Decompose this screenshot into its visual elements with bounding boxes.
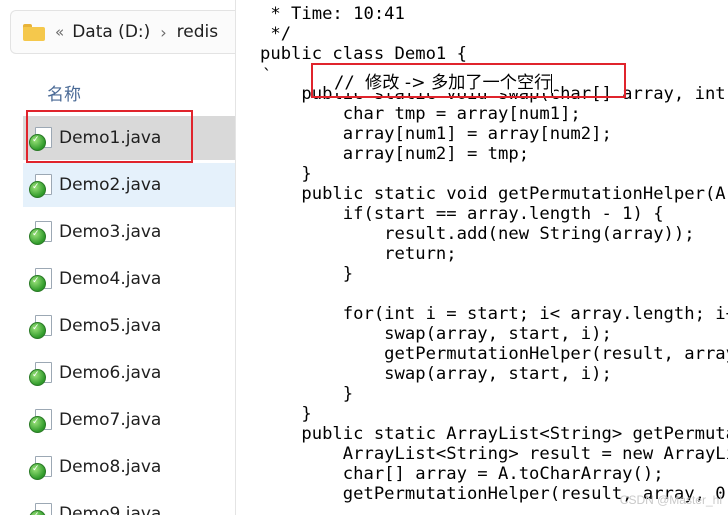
java-file-icon: ✓ xyxy=(29,502,53,515)
code-line[interactable]: return; xyxy=(260,244,728,264)
java-file-icon: ✓ xyxy=(29,267,53,292)
file-row[interactable]: ✓ Demo9.java xyxy=(23,492,236,515)
java-file-icon: ✓ xyxy=(29,361,53,386)
file-name: Demo7.java xyxy=(59,410,162,430)
java-file-icon: ✓ xyxy=(29,126,53,151)
file-name: Demo8.java xyxy=(59,457,162,477)
code-line[interactable] xyxy=(260,284,728,304)
column-header-name[interactable]: 名称 xyxy=(47,80,81,105)
code-line[interactable]: } xyxy=(260,164,728,184)
file-row[interactable]: ✓ Demo6.java xyxy=(23,351,236,395)
file-name: Demo4.java xyxy=(59,269,162,289)
file-row[interactable]: ✓ Demo4.java xyxy=(23,257,236,301)
java-file-icon: ✓ xyxy=(29,314,53,339)
watermark: CSDN @Master_hl xyxy=(619,493,722,507)
code-line[interactable]: getPermutationHelper(result, array, star… xyxy=(260,344,728,364)
file-name: Demo1.java xyxy=(59,128,162,148)
code-line[interactable]: result.add(new String(array)); xyxy=(260,224,728,244)
code-editor[interactable]: * Date: 2022-11-30 * Time: 10:41 */publi… xyxy=(236,0,728,515)
comment-text: 修改 -> 多加了一个空行 xyxy=(365,73,552,93)
breadcrumb-folder[interactable]: redis xyxy=(177,22,218,42)
code-line[interactable]: } xyxy=(260,384,728,404)
code-line[interactable]: } xyxy=(260,264,728,284)
file-name: Demo5.java xyxy=(59,316,162,336)
code-line[interactable]: public class Demo1 { xyxy=(260,44,728,64)
file-name: Demo3.java xyxy=(59,222,162,242)
folder-icon xyxy=(23,23,45,41)
code-line[interactable]: if(start == array.length - 1) { xyxy=(260,204,728,224)
java-file-icon: ✓ xyxy=(29,455,53,480)
code-line[interactable]: for(int i = start; i< array.length; i++)… xyxy=(260,304,728,324)
java-file-icon: ✓ xyxy=(29,220,53,245)
chevron-right-icon[interactable]: › xyxy=(160,23,166,42)
file-row[interactable]: ✓ Demo2.java xyxy=(23,163,236,207)
code-line[interactable]: */ xyxy=(260,24,728,44)
comment-prefix: // xyxy=(334,73,366,93)
file-list: ✓ Demo1.java ✓ Demo2.java ✓ Demo3.java ✓ Demo4.… xyxy=(23,116,236,515)
file-row[interactable]: ✓ Demo5.java xyxy=(23,304,236,348)
file-name: Demo6.java xyxy=(59,363,162,383)
file-row[interactable]: ✓ Demo8.java xyxy=(23,445,236,489)
code-line[interactable]: array[num2] = tmp; xyxy=(260,144,728,164)
code-line[interactable]: array[num1] = array[num2]; xyxy=(260,124,728,144)
file-row[interactable]: ✓ Demo1.java xyxy=(23,116,236,160)
code-line[interactable]: char[] array = A.toCharArray(); xyxy=(260,464,728,484)
code-line[interactable]: ArrayList<String> result = new ArrayList… xyxy=(260,444,728,464)
file-name: Demo9.java xyxy=(59,504,162,515)
code-line[interactable]: * Time: 10:41 xyxy=(260,4,728,24)
breadcrumb-drive[interactable]: Data (D:) xyxy=(72,22,150,42)
address-bar[interactable]: « Data (D:) › redis xyxy=(10,10,236,54)
file-row[interactable]: ✓ Demo7.java xyxy=(23,398,236,442)
code-line[interactable]: swap(array, start, i); xyxy=(260,324,728,344)
code-line[interactable]: swap(array, start, i); xyxy=(260,364,728,384)
java-file-icon: ✓ xyxy=(29,173,53,198)
file-name: Demo2.java xyxy=(59,175,162,195)
breadcrumb-overflow[interactable]: « xyxy=(55,23,64,41)
file-row[interactable]: ✓ Demo3.java xyxy=(23,210,236,254)
inserted-comment-line[interactable]: // 修改 -> 多加了一个空行 xyxy=(332,68,555,93)
stray-backtick: ` xyxy=(262,66,273,86)
java-file-icon: ✓ xyxy=(29,408,53,433)
file-explorer-pane: « Data (D:) › redis 名称 ✓ Demo1.java ✓ Demo2… xyxy=(0,0,236,515)
text-caret xyxy=(551,73,553,93)
code-line[interactable]: public static ArrayList<String> getPermu… xyxy=(260,424,728,444)
code-line[interactable]: } xyxy=(260,404,728,424)
code-line[interactable]: public static void getPermutationHelper(… xyxy=(260,184,728,204)
code-line[interactable]: char tmp = array[num1]; xyxy=(260,104,728,124)
